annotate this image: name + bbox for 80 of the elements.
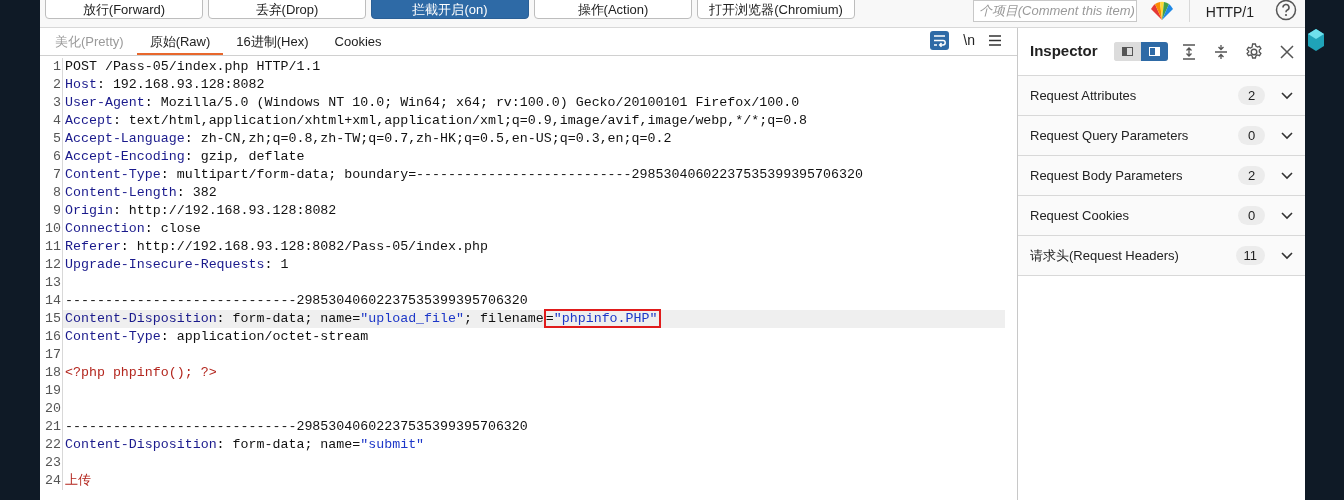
color-fan-icon[interactable] xyxy=(1149,1,1174,21)
line-number: 8 xyxy=(40,184,63,202)
line-number: 2 xyxy=(40,76,63,94)
line-number: 7 xyxy=(40,166,63,184)
help-icon[interactable] xyxy=(1275,0,1297,21)
code-line: POST /Pass-05/index.php HTTP/1.1 xyxy=(64,58,322,76)
code-line: 上传 xyxy=(64,472,92,490)
tab[interactable]: Cookies xyxy=(321,30,395,55)
toolbar-button[interactable]: 操作(Action) xyxy=(534,0,692,19)
code-line: Content-Length: 382 xyxy=(64,184,218,202)
line-number: 6 xyxy=(40,148,63,166)
line-number: 24 xyxy=(40,472,63,490)
code-line: Accept: text/html,application/xhtml+xml,application/xml;q=0.9,image/avif,image/webp,*/*;q=0.8 xyxy=(64,112,809,130)
line-number: 5 xyxy=(40,130,63,148)
inspector-section[interactable]: Request Cookies 0 xyxy=(1018,196,1305,236)
count-badge: 2 xyxy=(1238,166,1265,185)
line-number: 3 xyxy=(40,94,63,112)
code-line: Upgrade-Insecure-Requests: 1 xyxy=(64,256,290,274)
highlight-box: ="phpinfo.PHP" xyxy=(543,309,661,328)
line-number: 23 xyxy=(40,454,63,472)
line-number: 19 xyxy=(40,382,63,400)
count-badge: 0 xyxy=(1238,126,1265,145)
code-line: Host: 192.168.93.128:8082 xyxy=(64,76,266,94)
line-number: 22 xyxy=(40,436,63,454)
toolbar-button[interactable]: 放行(Forward) xyxy=(45,0,203,19)
line-number: 11 xyxy=(40,238,63,256)
inspector-section[interactable]: 请求头(Request Headers) 11 xyxy=(1018,236,1305,276)
code-line: -----------------------------29853040602237535399395706320 xyxy=(64,418,529,436)
chevron-icon[interactable] xyxy=(1281,211,1293,220)
chevron-icon[interactable] xyxy=(1281,91,1293,100)
line-number: 14 xyxy=(40,292,63,310)
count-badge: 0 xyxy=(1238,206,1265,225)
line-number: 17 xyxy=(40,346,63,364)
count-badge: 11 xyxy=(1235,246,1265,265)
toolbar-button[interactable]: 丢弃(Drop) xyxy=(208,0,366,19)
code-line: User-Agent: Mozilla/5.0 (Windows NT 10.0; Win64; x64; rv:100.0) Gecko/20100101 Firefox/100.0 xyxy=(64,94,801,112)
menu-icon[interactable] xyxy=(989,35,1001,46)
layout-toggle[interactable] xyxy=(1140,42,1168,61)
chevron-icon[interactable] xyxy=(1281,131,1293,140)
inspector-section[interactable]: Request Query Parameters 0 xyxy=(1018,116,1305,156)
toolbar-button[interactable]: 打开浏览器(Chromium) xyxy=(697,0,855,19)
toolbar-button[interactable]: 拦截开启(on) xyxy=(371,0,529,19)
inspector-section[interactable]: Request Attributes 2 xyxy=(1018,76,1305,116)
line-number: 4 xyxy=(40,112,63,130)
cube-icon xyxy=(1307,28,1325,52)
code-line: <?php phpinfo(); ?> xyxy=(64,364,218,382)
tab[interactable]: 原始(Raw) xyxy=(136,30,224,55)
code-line: Content-Type: application/octet-stream xyxy=(64,328,370,346)
settings-icon[interactable] xyxy=(1244,42,1263,61)
panel-icon xyxy=(1148,47,1160,56)
inspector-title: Inspector xyxy=(1030,41,1098,62)
line-number: 12 xyxy=(40,256,63,274)
chevron-icon[interactable] xyxy=(1281,171,1293,180)
line-number: 18 xyxy=(40,364,63,382)
line-number: 16 xyxy=(40,328,63,346)
line-number: 1 xyxy=(40,58,63,76)
code-line: Content-Disposition: form-data; name="submit" xyxy=(64,436,426,454)
line-number: 10 xyxy=(40,220,63,238)
collapse-icon[interactable] xyxy=(1213,43,1228,60)
code-line: Origin: http://192.168.93.128:8082 xyxy=(64,202,338,220)
close-icon[interactable] xyxy=(1279,44,1294,59)
expand-icon[interactable] xyxy=(1181,43,1196,60)
newline-toggle[interactable]: \n xyxy=(963,30,975,51)
line-number: 9 xyxy=(40,202,63,220)
wrap-icon[interactable] xyxy=(930,31,950,50)
tab[interactable]: 16进制(Hex) xyxy=(223,30,322,55)
code-line: Content-Type: multipart/form-data; boundary=---------------------------29853040602237535399395706320 xyxy=(64,166,864,184)
protocol-label: HTTP/1 xyxy=(1205,3,1254,22)
code-line: Accept-Language: zh-CN,zh;q=0.8,zh-TW;q=0.7,zh-HK;q=0.5,en-US;q=0.3,en;q=0.2 xyxy=(64,130,673,148)
code-line: Referer: http://192.168.93.128:8082/Pass-05/index.php xyxy=(64,238,489,256)
code-line: Connection: close xyxy=(64,220,202,238)
line-number: 13 xyxy=(40,274,63,292)
line-number: 21 xyxy=(40,418,63,436)
code-line: -----------------------------29853040602237535399395706320 xyxy=(64,292,529,310)
line-number: 20 xyxy=(40,400,63,418)
panel-icon xyxy=(1121,47,1133,56)
code-line: Accept-Encoding: gzip, deflate xyxy=(64,148,306,166)
count-badge: 2 xyxy=(1238,86,1265,105)
inspector-section[interactable]: Request Body Parameters 2 xyxy=(1018,156,1305,196)
chevron-icon[interactable] xyxy=(1281,251,1293,260)
